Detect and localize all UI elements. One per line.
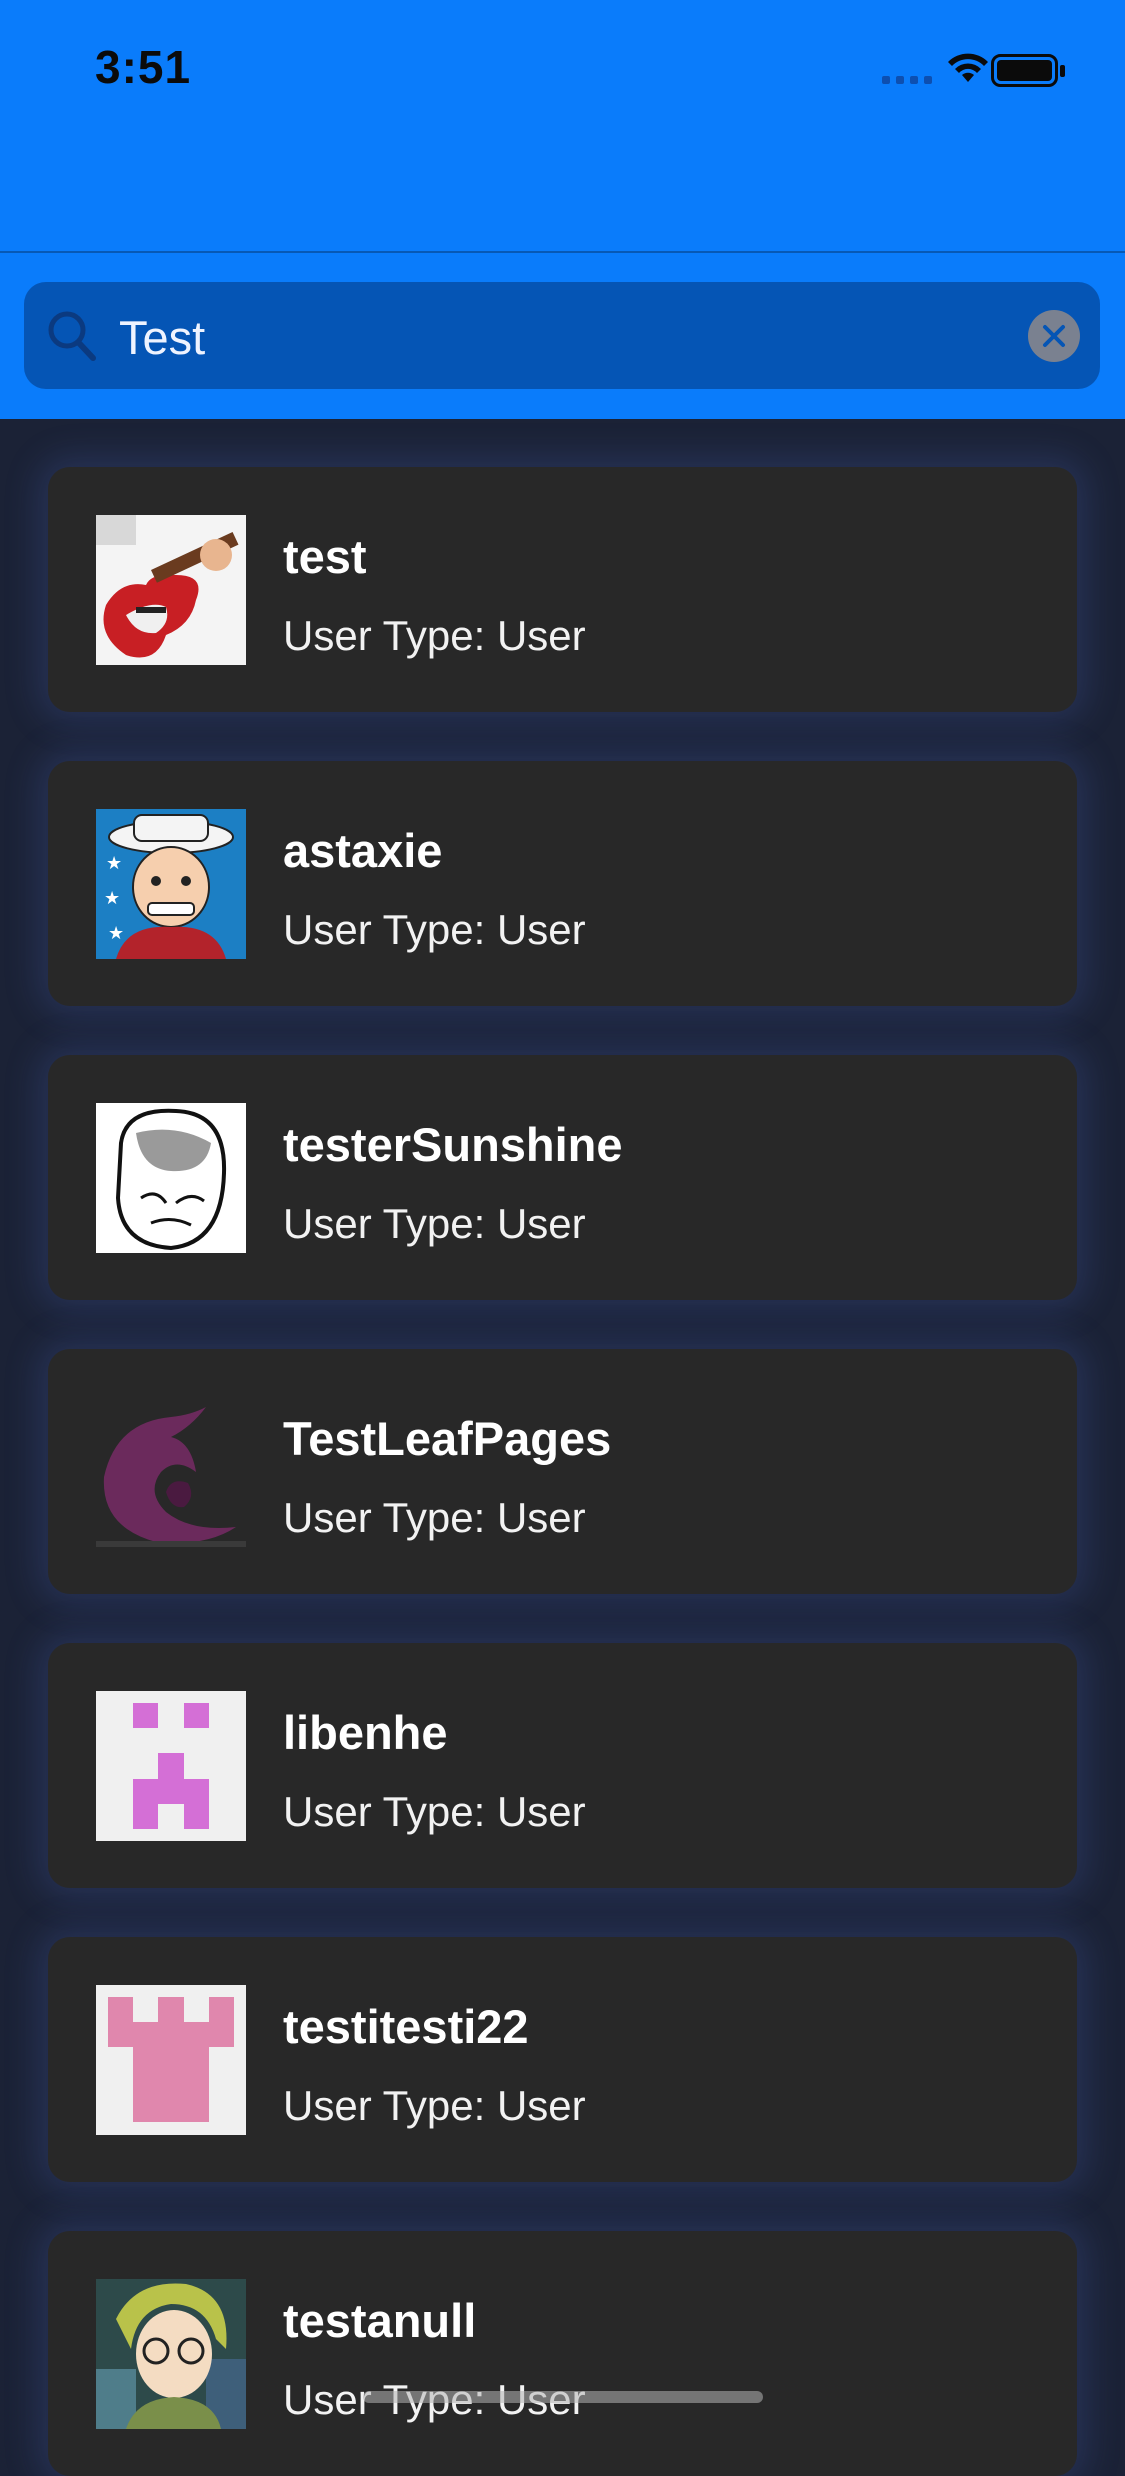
wifi-icon	[948, 53, 988, 82]
list-item[interactable]: test User Type: User	[48, 467, 1077, 712]
clear-search-button[interactable]	[1028, 310, 1080, 362]
list-item[interactable]: ★ ★ ★ astaxie User Type: User	[48, 761, 1077, 1006]
battery-icon	[991, 54, 1065, 87]
list-item[interactable]: testanull User Type: User	[48, 2231, 1077, 2476]
cartoon-hat-avatar: ★ ★ ★	[96, 809, 246, 959]
username: libenhe	[283, 1706, 448, 1759]
user-type: User Type: User	[283, 1200, 586, 1247]
user-type: User Type: User	[283, 2082, 586, 2129]
svg-text:★: ★	[108, 923, 124, 944]
meme-face-avatar	[96, 1103, 246, 1253]
home-indicator[interactable]	[363, 2391, 763, 2403]
svg-text:★: ★	[106, 853, 122, 874]
username: testitesti22	[283, 2000, 529, 2053]
user-type: User Type: User	[283, 612, 586, 659]
search-icon	[48, 311, 96, 361]
user-type: User Type: User	[283, 1494, 586, 1541]
identicon-avatar	[96, 1985, 246, 2135]
anime-avatar	[96, 2279, 246, 2429]
list-item[interactable]: testerSunshine User Type: User	[48, 1055, 1077, 1300]
swirl-logo-avatar	[96, 1397, 246, 1547]
identicon-avatar	[96, 1691, 246, 1841]
list-item[interactable]: libenhe User Type: User	[48, 1643, 1077, 1888]
username: test	[283, 530, 367, 583]
search-query[interactable]: Test	[119, 310, 205, 365]
username: testerSunshine	[283, 1118, 623, 1171]
username: testanull	[283, 2294, 477, 2347]
status-time: 3:51	[95, 41, 192, 93]
user-type: User Type: User	[283, 906, 586, 953]
list-item[interactable]: TestLeafPages User Type: User	[48, 1349, 1077, 1594]
clear-icon	[1043, 325, 1065, 347]
svg-text:★: ★	[104, 888, 120, 909]
user-type: User Type: User	[283, 1788, 586, 1835]
nav-divider	[0, 251, 1125, 253]
username: TestLeafPages	[283, 1412, 612, 1465]
guitar-avatar	[96, 515, 246, 665]
search-input[interactable]: Test	[24, 282, 1100, 389]
navigation-header: 3:51 Test	[0, 0, 1125, 419]
list-item[interactable]: testitesti22 User Type: User	[48, 1937, 1077, 2182]
username: astaxie	[283, 824, 443, 877]
cellular-signal-icon	[882, 76, 934, 84]
